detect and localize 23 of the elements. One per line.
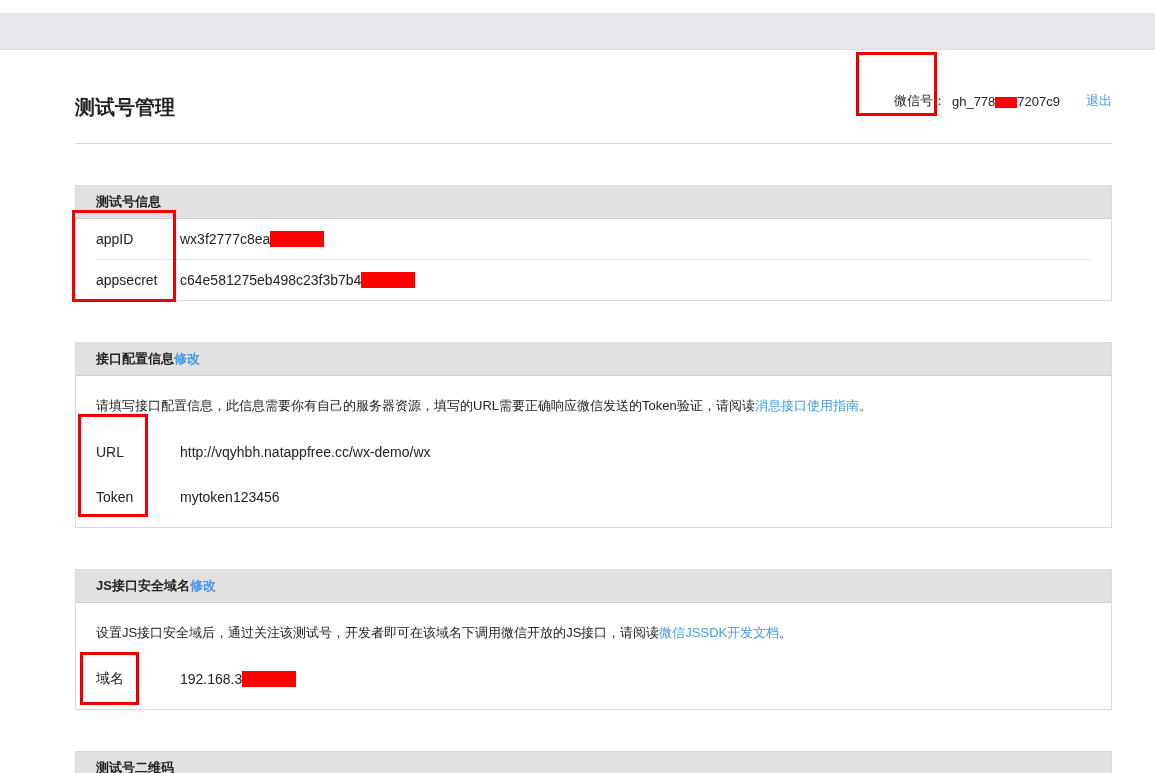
edit-link[interactable]: 修改	[174, 350, 200, 368]
page-title: 测试号管理	[75, 95, 175, 120]
field-label: URL	[96, 443, 125, 460]
field-value: c64e581275eb498c23f3b7b4	[180, 272, 362, 288]
field-value: mytoken123456	[180, 488, 280, 505]
section-title: 测试号信息	[96, 193, 161, 211]
edit-link[interactable]: 修改	[189, 577, 216, 595]
account-id: gh_778 7207c9	[951, 93, 1060, 109]
field-label: appsecret	[96, 272, 159, 288]
account-label: 微信号：	[893, 92, 946, 110]
field-label: 域名	[96, 669, 125, 688]
field-value: 192.168.3	[180, 670, 243, 687]
doc-link[interactable]: 微信JSSDK开发文档	[659, 625, 780, 640]
section-title: 接口配置信息	[96, 350, 174, 368]
doc-link[interactable]: 消息接口使用指南	[754, 398, 859, 413]
field-label: Token	[96, 488, 135, 505]
logout-link[interactable]: 退出	[1086, 92, 1112, 110]
description: 请填写接口配置信息，此信息需要你有自己的服务器资源，填写的URL需要正确响应微信发送的Token验证，请阅读消息接口使用指南。	[96, 397, 873, 415]
field-value: wx3f2777c8ea	[180, 231, 271, 247]
description: 设置JS接口安全域后，通过关注该测试号，开发者即可在该域名下调用微信开放的JS接口，请阅读微信JSSDK开发文档。	[96, 624, 794, 642]
field-label: appID	[96, 231, 135, 247]
section-title: JS接口安全域名	[96, 577, 190, 595]
field-value: http://vqyhbh.natappfree.cc/wx-demo/wx	[180, 443, 431, 460]
